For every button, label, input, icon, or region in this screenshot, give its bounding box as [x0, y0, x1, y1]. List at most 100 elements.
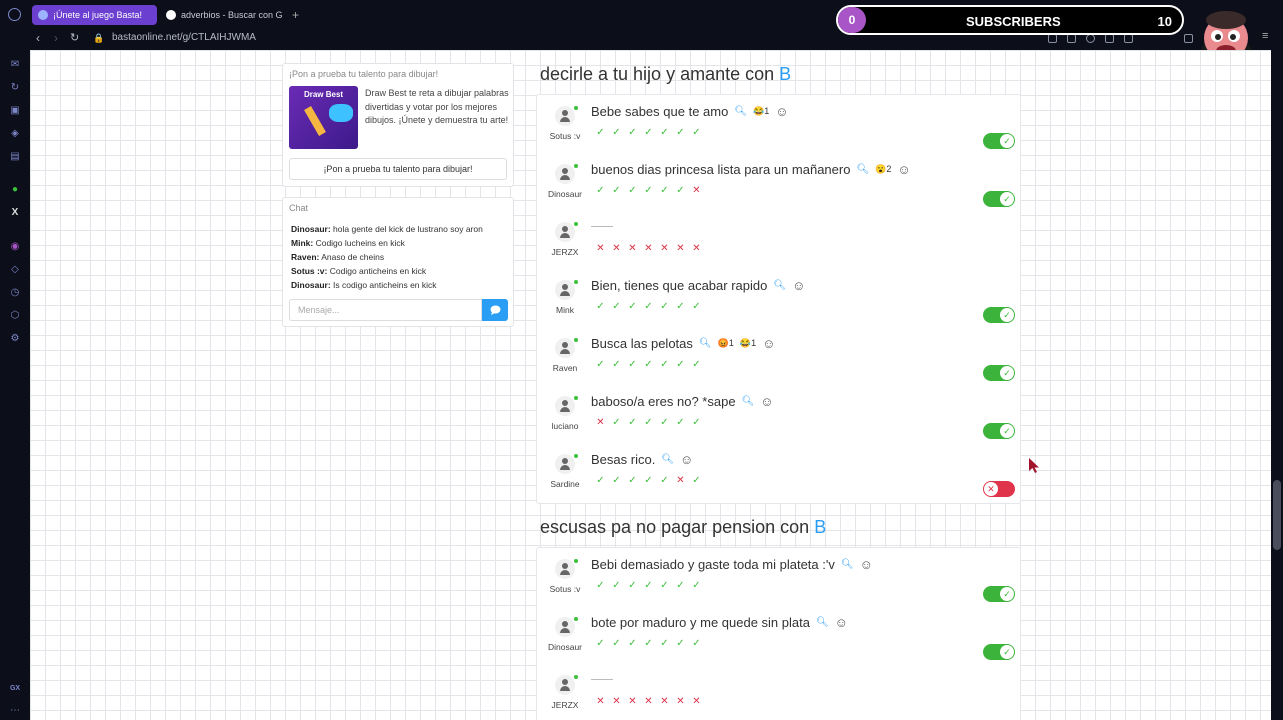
answer-row: luciano baboso/a eres no? *sape 🔍︎ ☺ ✕ ✓ ✓ ✓ ✓ ✓ ✓… [537, 387, 1020, 445]
check-icon: ✓ [1000, 424, 1014, 438]
page-scrollbar[interactable] [1271, 50, 1283, 720]
extensions-icon[interactable]: ⬡ [8, 308, 22, 322]
search-icon[interactable]: 🔍︎ [661, 454, 674, 465]
bag-icon[interactable]: ▣ [8, 103, 22, 117]
mail-icon[interactable]: ✉ [8, 57, 22, 71]
draw-best-button[interactable]: ¡Pon a prueba tu talento para dibujar! [289, 158, 507, 180]
search-icon[interactable]: 🔍︎ [773, 280, 786, 291]
chat-send-button[interactable] [482, 299, 508, 321]
player-icon[interactable]: ◉ [8, 239, 22, 253]
check-icon: ✓ [1000, 645, 1014, 659]
x-icon: ✕ [660, 696, 669, 707]
lock-icon: 🔒 [93, 33, 105, 43]
heart-icon[interactable] [1124, 34, 1133, 43]
tab-adverbios[interactable]: adverbios - Buscar con Go [160, 5, 282, 25]
add-reaction-icon[interactable]: ☺ [775, 104, 788, 119]
add-reaction-icon[interactable]: ☺ [860, 557, 873, 572]
back-icon[interactable]: ‹ [36, 31, 40, 45]
screenshot-icon[interactable] [1067, 34, 1076, 43]
accept-toggle-on[interactable]: ✓ [983, 423, 1015, 439]
settings-icon[interactable]: ⚙ [8, 331, 22, 345]
reaction-badge[interactable]: 😡1 [718, 338, 734, 349]
answer-label: bote por maduro y me quede sin plata [591, 615, 810, 630]
scrollbar-thumb[interactable] [1273, 480, 1281, 550]
check-icon: ✓ [676, 580, 685, 591]
empty-answer-dash [591, 226, 613, 227]
online-status-dot [574, 164, 578, 168]
check-icon: ✓ [660, 417, 669, 428]
accept-toggle-off[interactable]: ✕ [983, 481, 1015, 497]
search-icon[interactable]: 🔍︎ [841, 559, 854, 570]
reaction-emoji: 😮 [875, 164, 887, 174]
whatsapp-icon[interactable]: ● [8, 182, 22, 196]
reaction-badge[interactable]: 😂1 [740, 338, 756, 349]
accept-toggle-on[interactable]: ✓ [983, 307, 1015, 323]
menu-icon[interactable]: ≡ [1262, 30, 1271, 42]
history-icon[interactable]: ◷ [8, 285, 22, 299]
refresh-icon[interactable]: ↻ [8, 80, 22, 94]
camera-icon[interactable] [1086, 34, 1095, 43]
forward-icon[interactable]: › [54, 31, 58, 45]
tab-basta[interactable]: ¡Únete al juego Basta! [32, 5, 157, 25]
check-icon: ✓ [628, 580, 637, 591]
add-reaction-icon[interactable]: ☺ [762, 336, 775, 351]
check-icon: ✓ [596, 638, 605, 649]
url-field[interactable]: bastaonline.net/g/CTLAIHJWMA [112, 32, 256, 43]
chat-text: hola gente del kick de lustrano soy aron [333, 224, 483, 234]
check-icon: ✓ [644, 638, 653, 649]
x-icon: ✕ [644, 696, 653, 707]
x-twitter-icon[interactable]: X [8, 205, 22, 219]
accept-toggle-on[interactable]: ✓ [983, 133, 1015, 149]
music-icon[interactable]: ▤ [8, 149, 22, 163]
bell-icon[interactable]: ◇ [8, 262, 22, 276]
chat-message-input[interactable]: Mensaje... [289, 299, 482, 321]
search-icon[interactable]: 🔍︎ [734, 106, 747, 117]
page-content: ¡Pon a prueba tu talento para dibujar! D… [30, 50, 1271, 720]
check-icon: ✓ [676, 127, 685, 138]
vote-marks: ✓ ✓ ✓ ✓ ✓ ✓ ✓ [595, 359, 702, 370]
x-icon: ✕ [596, 243, 605, 254]
search-icon[interactable]: 🔍︎ [816, 617, 829, 628]
check-icon: ✓ [644, 475, 653, 486]
new-tab-button[interactable]: + [286, 5, 305, 25]
reaction-count: 1 [728, 338, 734, 348]
add-reaction-icon[interactable]: ☺ [835, 615, 848, 630]
reaction-count: 2 [886, 164, 892, 174]
user-avatar-icon [555, 675, 575, 695]
check-icon: ✓ [596, 127, 605, 138]
reaction-badge[interactable]: 😮2 [875, 164, 891, 175]
pin-icon[interactable] [1048, 34, 1057, 43]
accept-toggle-on[interactable]: ✓ [983, 365, 1015, 381]
check-icon: ✓ [692, 301, 701, 312]
browser-sidebar: ✉ ↻ ▣ ◈ ▤ ● X ◉ ◇ ◷ ⬡ ⚙ GX ⋯ [0, 0, 30, 720]
search-icon[interactable]: 🔍︎ [699, 338, 712, 349]
add-reaction-icon[interactable]: ☺ [760, 394, 773, 409]
search-icon[interactable]: 🔍︎ [742, 396, 755, 407]
reload-icon[interactable]: ↻ [70, 31, 79, 44]
vote-marks: ✓ ✓ ✓ ✓ ✓ ✓ ✓ [595, 638, 702, 649]
accept-toggle-on[interactable]: ✓ [983, 586, 1015, 602]
add-reaction-icon[interactable]: ☺ [897, 162, 910, 177]
reaction-badge[interactable]: 😂1 [753, 106, 769, 117]
category-title: escusas pa no pagar pension con B [540, 517, 826, 538]
accept-toggle-on[interactable]: ✓ [983, 191, 1015, 207]
x-icon: ✕ [692, 243, 701, 254]
chat-user: Dinosaur: [291, 280, 331, 290]
opera-logo-icon[interactable] [8, 8, 21, 21]
accept-toggle-on[interactable]: ✓ [983, 644, 1015, 660]
search-icon[interactable]: 🔍︎ [856, 164, 869, 175]
add-reaction-icon[interactable]: ☺ [792, 278, 805, 293]
category-letter: B [779, 64, 792, 84]
vote-marks: ✓ ✓ ✓ ✓ ✓ ✕ ✓ [595, 475, 702, 486]
check-icon: ✓ [644, 185, 653, 196]
game-icon[interactable]: ◈ [8, 126, 22, 140]
add-reaction-icon[interactable]: ☺ [680, 452, 693, 467]
puzzle-icon[interactable] [1184, 34, 1193, 43]
chat-panel: Chat Dinosaur: hola gente del kick de lu… [282, 197, 514, 327]
check-icon: ✓ [628, 127, 637, 138]
check-icon: ✓ [596, 475, 605, 486]
send-icon[interactable] [1105, 34, 1114, 43]
more-icon[interactable]: ⋯ [8, 703, 22, 717]
draw-best-image[interactable]: Draw Best [289, 86, 358, 149]
chat-message: Dinosaur: hola gente del kick de lustran… [291, 224, 483, 234]
